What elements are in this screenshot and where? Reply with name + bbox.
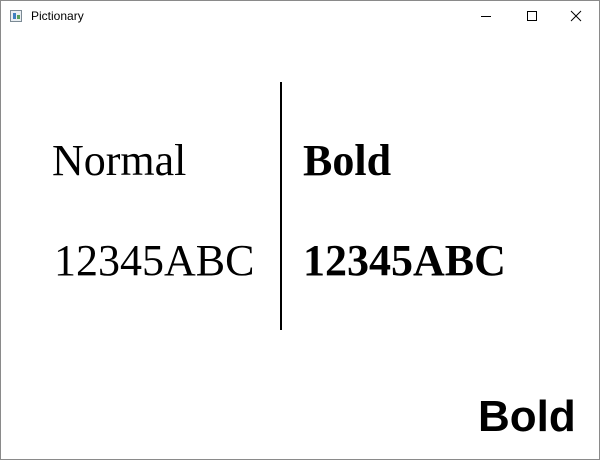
bold-label: Bold bbox=[303, 136, 392, 185]
app-window: Pictionary Normal Bold 12345ABC 12345ABC… bbox=[0, 0, 600, 460]
maximize-icon bbox=[527, 11, 537, 21]
close-button[interactable] bbox=[553, 1, 599, 32]
minimize-button[interactable] bbox=[463, 1, 509, 32]
app-icon bbox=[10, 10, 22, 22]
minimize-icon bbox=[481, 16, 491, 17]
sans-bold-label: Bold bbox=[478, 392, 576, 441]
column-divider bbox=[280, 82, 282, 330]
close-icon bbox=[570, 10, 582, 22]
bold-sample-text: 12345ABC bbox=[303, 236, 506, 285]
normal-sample-text: 12345ABC bbox=[54, 236, 255, 285]
window-title: Pictionary bbox=[31, 9, 84, 23]
title-bar[interactable]: Pictionary bbox=[1, 1, 599, 32]
normal-label: Normal bbox=[52, 136, 187, 185]
maximize-button[interactable] bbox=[509, 1, 555, 32]
